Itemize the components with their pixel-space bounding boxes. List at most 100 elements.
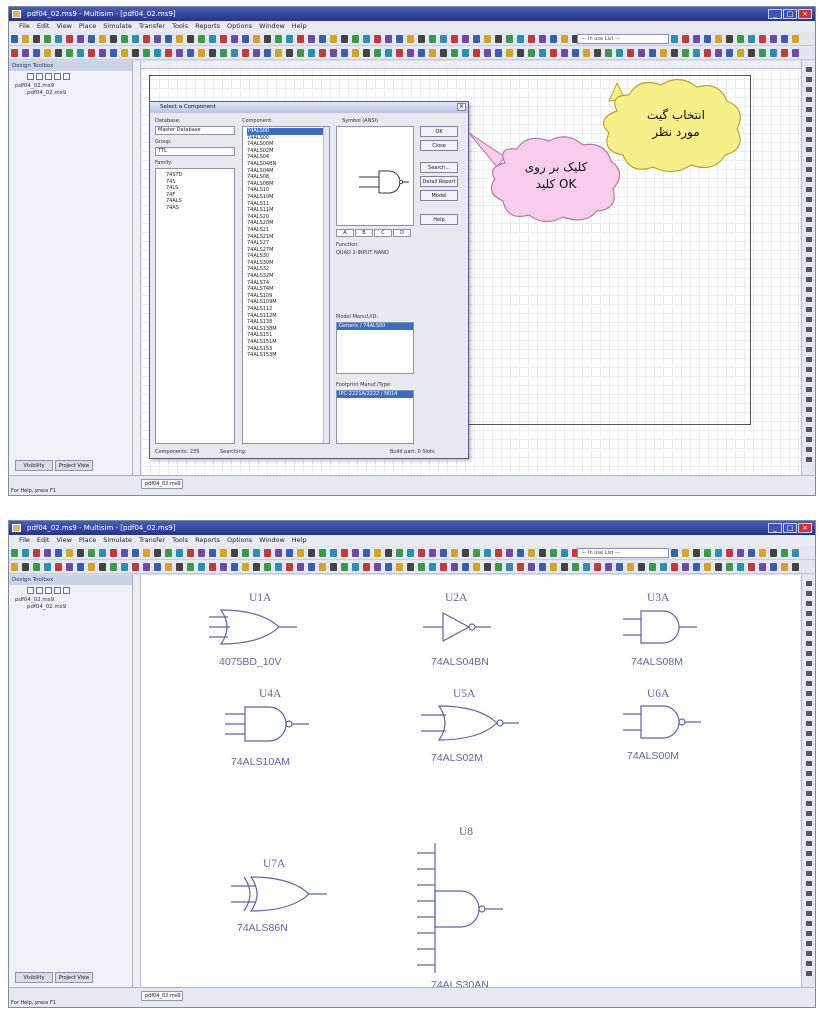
instrument-icon[interactable] <box>806 721 812 726</box>
toolbar-button-icon[interactable] <box>264 563 271 571</box>
tree-item-child[interactable]: pdf04_02.ms9 <box>15 90 132 97</box>
toolbar-button-icon[interactable] <box>110 49 117 57</box>
toolbar-button-icon[interactable] <box>671 549 678 557</box>
toolbar-button-icon[interactable] <box>165 49 172 57</box>
tree-item-child[interactable]: pdf04_02.ms9 <box>15 604 132 611</box>
instrument-icon[interactable] <box>806 327 812 332</box>
toolbar-button-icon[interactable] <box>561 49 568 57</box>
toolbar-button-icon[interactable] <box>539 35 546 43</box>
instrument-icon[interactable] <box>806 447 812 452</box>
in-use-list-combo[interactable]: --- In use List --- <box>577 34 669 44</box>
properties-icon[interactable] <box>54 73 61 80</box>
toolbar-button-icon[interactable] <box>495 563 502 571</box>
component-item[interactable]: 74ALS32M <box>247 273 329 280</box>
toolbar-button-icon[interactable] <box>484 49 491 57</box>
toolbar-button-icon[interactable] <box>242 35 249 43</box>
instrument-icon[interactable] <box>806 77 812 82</box>
component-item[interactable]: 74ALS74 <box>247 280 329 287</box>
instrument-icon[interactable] <box>806 971 812 976</box>
toolbar-button-icon[interactable] <box>484 35 491 43</box>
symbol-tab-b[interactable]: B <box>355 229 373 237</box>
menu-options[interactable]: Options <box>227 21 252 32</box>
toolbar-button-icon[interactable] <box>550 549 557 557</box>
toolbar-button-icon[interactable] <box>539 549 546 557</box>
toolbar-button-icon[interactable] <box>121 35 128 43</box>
toolbar-button-icon[interactable] <box>143 549 150 557</box>
toolbar-button-icon[interactable] <box>506 549 513 557</box>
menu-transfer[interactable]: Transfer <box>139 21 165 32</box>
toolbar-button-icon[interactable] <box>528 49 535 57</box>
footprint-selected[interactable]: IPC-2221A/2222 / N014 <box>337 391 413 398</box>
toolbar-button-icon[interactable] <box>264 549 271 557</box>
instrument-icon[interactable] <box>806 307 812 312</box>
toolbar-button-icon[interactable] <box>165 35 172 43</box>
instrument-icon[interactable] <box>806 911 812 916</box>
toolbar-button-icon[interactable] <box>209 549 216 557</box>
instrument-icon[interactable] <box>806 277 812 282</box>
and-gate-u3a[interactable] <box>623 610 697 644</box>
toolbar-button-icon[interactable] <box>495 49 502 57</box>
component-item[interactable]: 74ALS02M <box>247 148 329 155</box>
toolbar-icons[interactable] <box>11 34 813 44</box>
component-item[interactable]: 74ALS11M <box>247 207 329 214</box>
toolbar-button-icon[interactable] <box>506 49 513 57</box>
toolbar-button-icon[interactable] <box>671 35 678 43</box>
family-list[interactable]: 74STD 74S 74LS 74F 74ALS 74AS <box>155 168 235 444</box>
toolbar-button-icon[interactable] <box>308 563 315 571</box>
toolbar-button-icon[interactable] <box>44 49 51 57</box>
toolbar-button-icon[interactable] <box>737 35 744 43</box>
toolbar-button-icon[interactable] <box>275 549 282 557</box>
component-item[interactable]: 74ALS109 <box>247 293 329 300</box>
toolbar-button-icon[interactable] <box>198 49 205 57</box>
toolbar-icons[interactable] <box>11 548 813 558</box>
instrument-icon[interactable] <box>806 851 812 856</box>
or-gate-u1a[interactable] <box>209 609 297 645</box>
component-item[interactable]: 74ALS04M <box>247 168 329 175</box>
toolbar-icons[interactable] <box>11 48 813 58</box>
toolbar-button-icon[interactable] <box>297 549 304 557</box>
instrument-icon[interactable] <box>806 831 812 836</box>
menu-options[interactable]: Options <box>227 535 252 546</box>
component-item[interactable]: 74ALS153M <box>247 352 329 359</box>
family-item[interactable]: 74S <box>166 179 234 186</box>
component-item[interactable]: 74ALS151M <box>247 339 329 346</box>
toolbar-button-icon[interactable] <box>770 49 777 57</box>
toolbar-button-icon[interactable] <box>187 49 194 57</box>
component-item[interactable]: 74ALS138 <box>247 319 329 326</box>
menu-place[interactable]: Place <box>79 21 96 32</box>
dialog-close-icon[interactable]: × <box>457 103 466 111</box>
toolbar-button-icon[interactable] <box>385 49 392 57</box>
toolbar-button-icon[interactable] <box>363 563 370 571</box>
toolbar-button-icon[interactable] <box>792 563 799 571</box>
instrument-icon[interactable] <box>806 621 812 626</box>
toolbar-button-icon[interactable] <box>572 563 579 571</box>
toolbar-button-icon[interactable] <box>55 549 62 557</box>
toolbar-button-icon[interactable] <box>440 35 447 43</box>
toolbar-button-icon[interactable] <box>231 49 238 57</box>
toolbar-button-icon[interactable] <box>572 49 579 57</box>
toolbar-button-icon[interactable] <box>473 35 480 43</box>
close-dialog-button[interactable]: Close <box>420 140 458 151</box>
menu-transfer[interactable]: Transfer <box>139 535 165 546</box>
toolbar-button-icon[interactable] <box>429 549 436 557</box>
toolbar-button-icon[interactable] <box>231 563 238 571</box>
instrument-icon[interactable] <box>806 611 812 616</box>
toolbar-button-icon[interactable] <box>11 35 18 43</box>
toolbar-button-icon[interactable] <box>484 563 491 571</box>
instrument-icon[interactable] <box>806 297 812 302</box>
family-item[interactable]: 74ALS <box>166 198 234 205</box>
instrument-icon[interactable] <box>806 227 812 232</box>
component-item[interactable]: 74ALS27M <box>247 247 329 254</box>
toolbar-button-icon[interactable] <box>495 549 502 557</box>
toolbar-button-icon[interactable] <box>671 563 678 571</box>
toolbar-button-icon[interactable] <box>165 563 172 571</box>
toolbar-button-icon[interactable] <box>374 549 381 557</box>
toolbar-button-icon[interactable] <box>352 563 359 571</box>
toolbar-button-icon[interactable] <box>528 563 535 571</box>
instrument-icon[interactable] <box>806 367 812 372</box>
toolbar-button-icon[interactable] <box>319 563 326 571</box>
toolbar-button-icon[interactable] <box>209 563 216 571</box>
instrument-icon[interactable] <box>806 97 812 102</box>
toolbar-button-icon[interactable] <box>440 549 447 557</box>
toolbar-button-icon[interactable] <box>44 563 51 571</box>
